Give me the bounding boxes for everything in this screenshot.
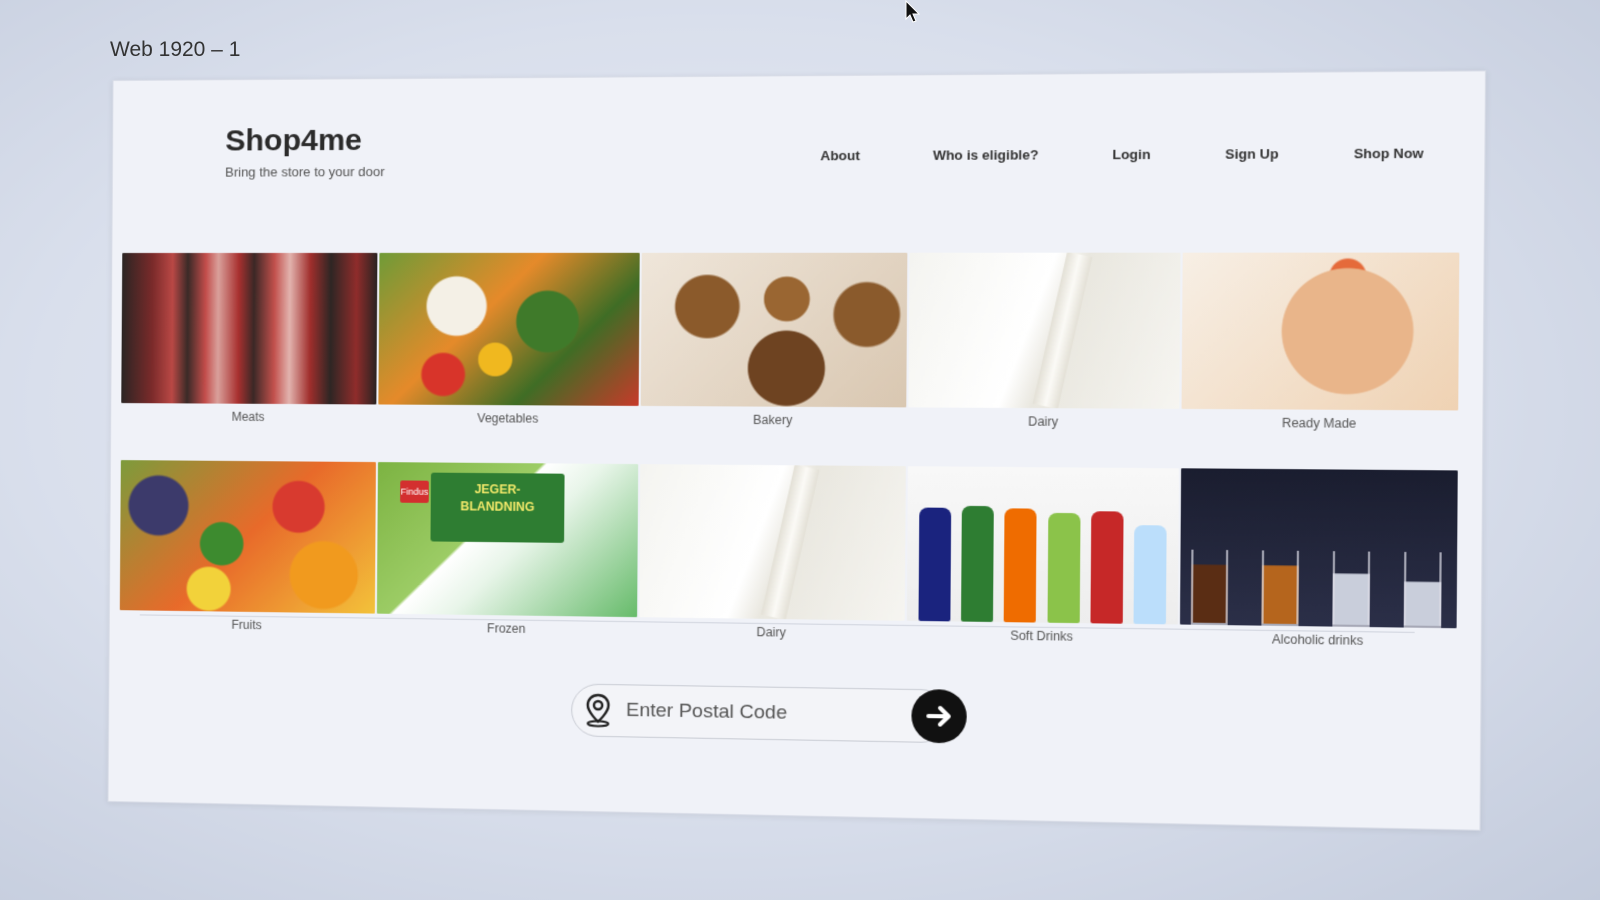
postal-code-search xyxy=(570,683,967,744)
glass xyxy=(1403,551,1442,629)
main-nav: About Who is eligible? Login Sign Up Sho… xyxy=(820,145,1423,163)
alcoholic-drinks-image xyxy=(1179,468,1458,629)
frame-label: Web 1920 – 1 xyxy=(110,38,241,61)
frozen-package-label: JEGER- BLANDNING xyxy=(430,472,565,543)
bottle xyxy=(961,505,995,622)
postal-code-input[interactable] xyxy=(623,698,880,728)
category-label: Frozen xyxy=(487,621,526,636)
category-label: Dairy xyxy=(756,624,786,640)
category-ready-made[interactable]: Ready Made xyxy=(1181,252,1460,448)
package-line-2: BLANDNING xyxy=(460,499,535,515)
brand[interactable]: Shop4me Bring the store to your door xyxy=(225,124,385,180)
category-label: Soft Drinks xyxy=(1010,628,1074,644)
nav-who-is-eligible[interactable]: Who is eligible? xyxy=(933,147,1039,163)
category-label: Dairy xyxy=(1028,414,1059,429)
nav-login[interactable]: Login xyxy=(1112,147,1150,163)
category-label: Vegetables xyxy=(477,411,539,426)
dairy-image xyxy=(639,464,906,621)
glass xyxy=(1261,550,1300,627)
category-dairy-2[interactable]: Dairy xyxy=(639,464,906,657)
category-alcoholic-drinks[interactable]: Alcoholic drinks xyxy=(1179,468,1458,665)
arrow-right-icon[interactable] xyxy=(911,688,967,744)
category-bakery[interactable]: Bakery xyxy=(640,252,908,444)
bottle xyxy=(1047,512,1081,624)
brand-tagline: Bring the store to your door xyxy=(225,163,385,180)
nav-shop-now[interactable]: Shop Now xyxy=(1354,145,1424,161)
category-label: Ready Made xyxy=(1281,415,1357,431)
category-label: Alcoholic drinks xyxy=(1271,632,1364,648)
glass xyxy=(1332,551,1371,628)
category-frozen[interactable]: Findus JEGER- BLANDNING Frozen xyxy=(376,462,639,653)
category-vegetables[interactable]: Vegetables xyxy=(378,252,640,442)
category-fruits[interactable]: Fruits xyxy=(119,460,376,649)
category-row-1: Meats Vegetables Bakery Dairy Ready Made xyxy=(121,252,1462,448)
ready-made-image xyxy=(1181,252,1460,411)
artboard: Shop4me Bring the store to your door Abo… xyxy=(107,70,1487,831)
package-line-1: JEGER- xyxy=(474,482,521,497)
category-soft-drinks[interactable]: Soft Drinks xyxy=(906,466,1179,661)
bottle xyxy=(1133,525,1167,625)
category-dairy[interactable]: Dairy xyxy=(908,252,1181,446)
brand-title: Shop4me xyxy=(225,123,363,158)
category-label: Fruits xyxy=(231,617,262,633)
nav-about[interactable]: About xyxy=(820,148,860,164)
category-label: Bakery xyxy=(753,412,793,428)
bottle xyxy=(1004,508,1037,623)
findus-logo: Findus xyxy=(400,480,429,503)
bottle xyxy=(918,507,952,622)
frozen-image: Findus JEGER- BLANDNING xyxy=(376,462,639,618)
dairy-image xyxy=(908,252,1181,409)
soft-drinks-image xyxy=(906,466,1179,625)
mouse-cursor-icon xyxy=(905,0,921,23)
location-pin-icon xyxy=(572,693,624,729)
glass xyxy=(1190,549,1229,626)
category-meats[interactable]: Meats xyxy=(121,252,378,440)
category-row-2: Fruits Findus JEGER- BLANDNING Frozen Da… xyxy=(119,460,1460,665)
nav-sign-up[interactable]: Sign Up xyxy=(1225,146,1279,162)
bottle xyxy=(1090,511,1124,624)
category-label: Meats xyxy=(231,409,265,424)
bakery-image xyxy=(640,252,908,408)
vegetables-image xyxy=(378,252,640,406)
meats-image xyxy=(121,252,378,405)
fruits-image xyxy=(119,460,376,614)
